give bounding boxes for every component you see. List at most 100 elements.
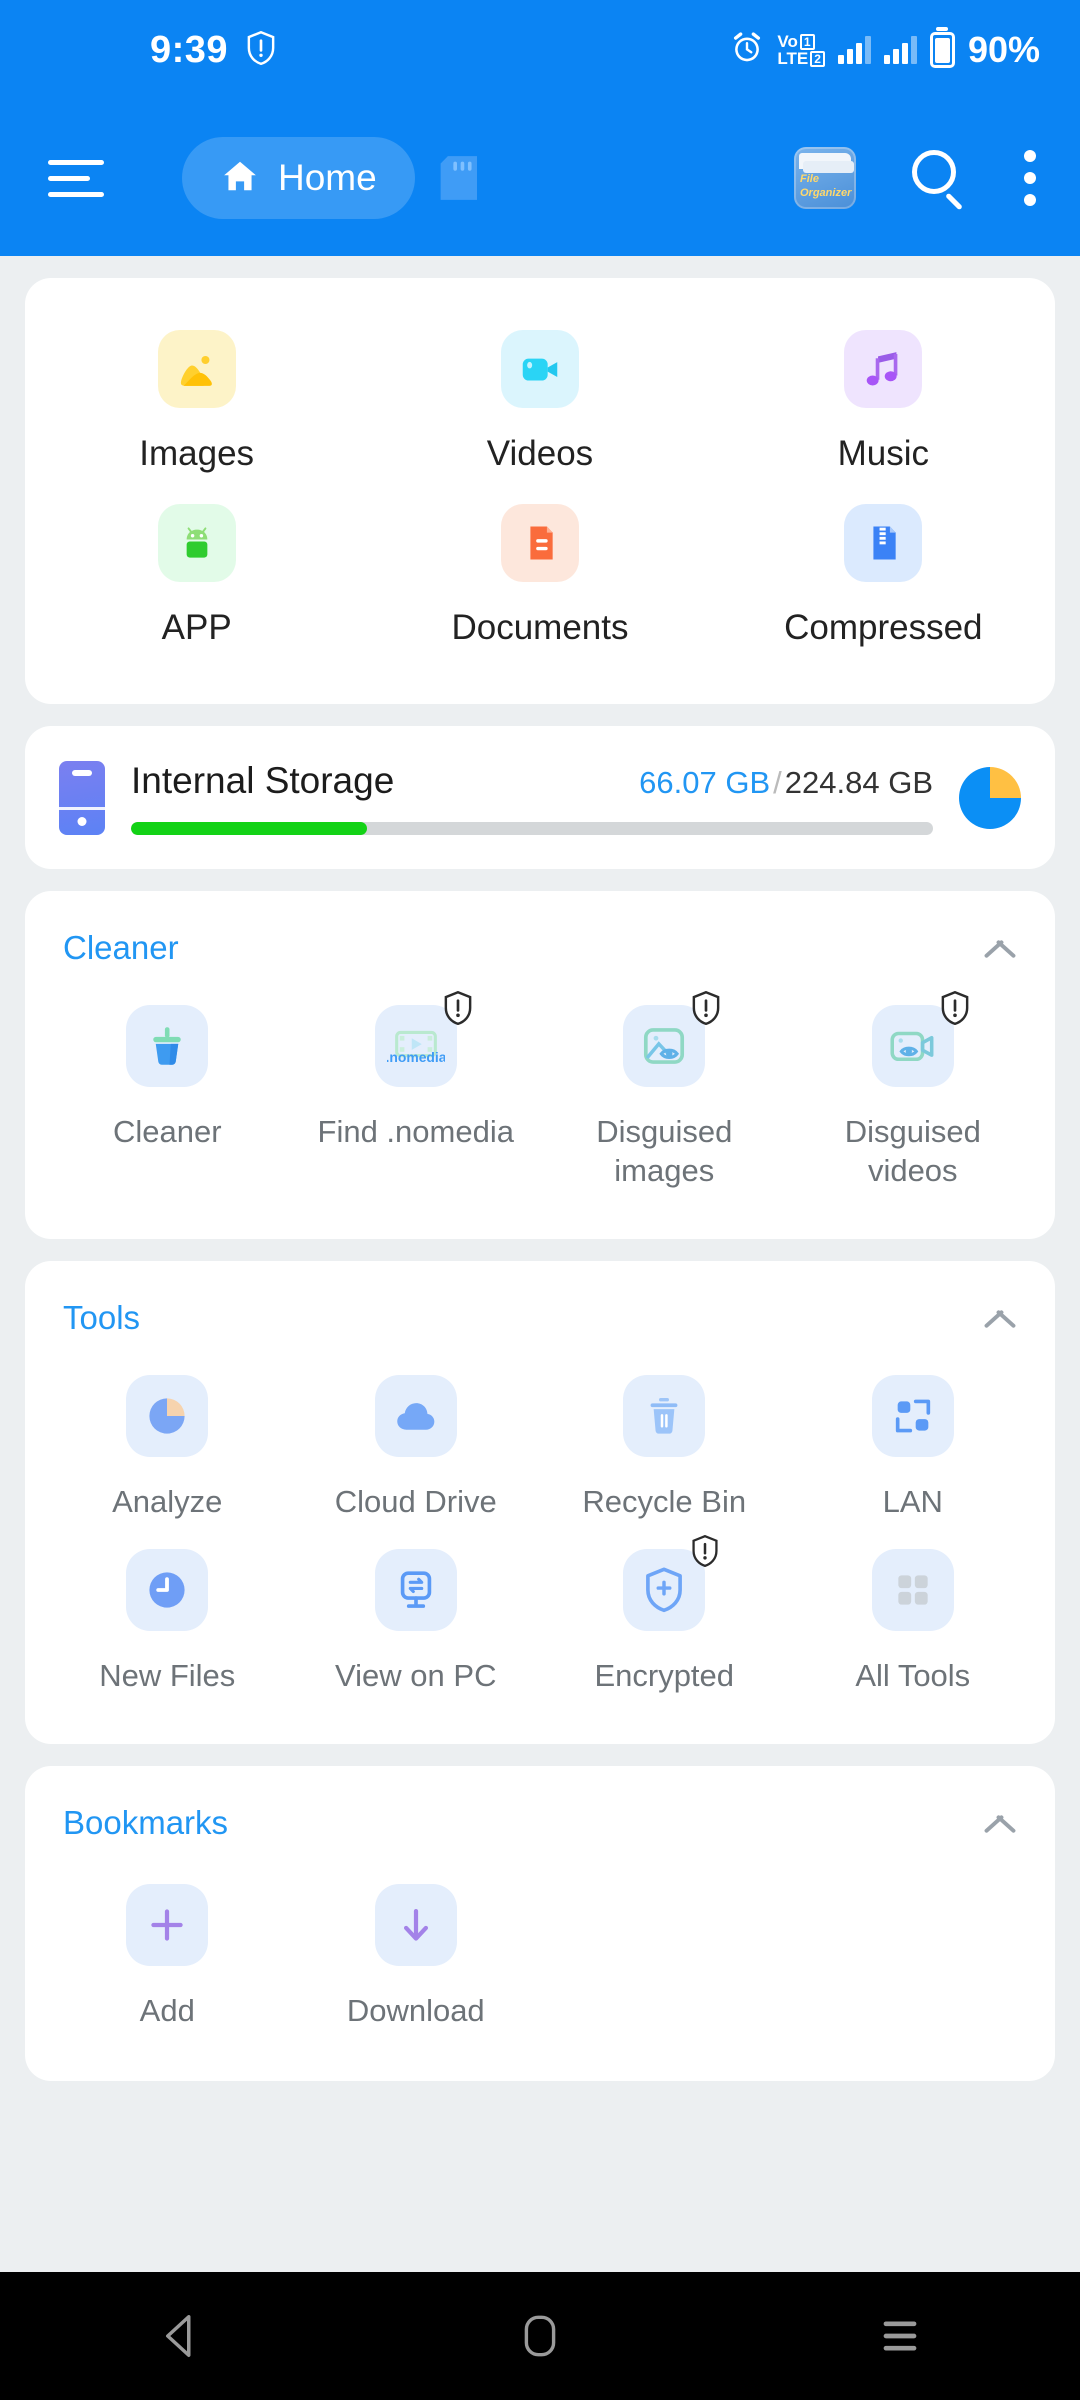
category-item-images[interactable]: Images	[25, 322, 368, 496]
pie-chart-icon	[126, 1374, 209, 1457]
volte-label-top: Vo	[777, 32, 798, 51]
music-note-icon	[844, 330, 923, 408]
tools-item-label: Recycle Bin	[582, 1483, 747, 1519]
shield-warning-badge-icon	[691, 1535, 721, 1569]
tools-grid: Analyze Cloud Drive Recycle Bin LAN New …	[25, 1347, 1055, 1745]
signal-strength-sim1-icon	[837, 36, 871, 64]
cleaner-item-label: Disguised videos	[844, 1114, 981, 1188]
alarm-clock-icon	[730, 31, 764, 70]
cleaner-section-header[interactable]: Cleaner	[25, 891, 1055, 977]
cleaner-item-label: Find .nomedia	[317, 1114, 514, 1149]
category-label: Compressed	[784, 608, 983, 647]
volte-indicator: Vo 1 LTE 2	[777, 33, 825, 67]
organizer-folder-paper	[803, 161, 854, 173]
file-organizer-app-icon[interactable]: File Organizer	[794, 147, 856, 209]
shield-warning-badge-icon	[940, 990, 970, 1026]
bookmark-item-add[interactable]: Add	[43, 1866, 292, 2041]
category-item-documents[interactable]: Documents	[368, 496, 711, 670]
tools-section-title: Tools	[63, 1298, 141, 1336]
bookmarks-grid: Add Download	[25, 1852, 1055, 2081]
grid-apps-icon	[871, 1549, 954, 1632]
status-bar-right: Vo 1 LTE 2 90%	[730, 29, 1040, 71]
category-item-compressed[interactable]: Compressed	[712, 496, 1055, 670]
more-vertical-icon[interactable]	[1024, 150, 1036, 206]
video-icon	[500, 330, 579, 408]
tools-item-label: View on PC	[335, 1658, 497, 1694]
sim-slot-2: 2	[810, 50, 825, 67]
tools-item-analyze[interactable]: Analyze	[43, 1357, 292, 1532]
cloud-icon	[374, 1374, 457, 1457]
clock-icon	[126, 1549, 209, 1632]
storage-name-label: Internal Storage	[131, 760, 395, 801]
tools-item-recycle-bin[interactable]: Recycle Bin	[540, 1357, 789, 1532]
tools-item-cloud-drive[interactable]: Cloud Drive	[292, 1357, 541, 1532]
sim-slot-1: 1	[799, 33, 815, 50]
tools-item-label: New Files	[99, 1658, 236, 1694]
breadcrumb-home-tab[interactable]: Home	[182, 137, 415, 219]
sd-card-icon[interactable]	[437, 156, 477, 200]
document-icon	[500, 504, 579, 582]
bookmark-item-download[interactable]: Download	[292, 1866, 541, 2041]
battery-icon	[929, 32, 955, 68]
pie-chart-icon[interactable]	[959, 766, 1021, 829]
tools-item-all-tools[interactable]: All Tools	[789, 1531, 1038, 1706]
category-item-music[interactable]: Music	[712, 322, 1055, 496]
chevron-up-icon[interactable]	[983, 1806, 1017, 1840]
bookmarks-section-header[interactable]: Bookmarks	[25, 1766, 1055, 1852]
tools-item-new-files[interactable]: New Files	[43, 1531, 292, 1706]
trash-icon	[623, 1374, 706, 1457]
disguised-video-icon	[871, 990, 969, 1087]
cleaner-grid: Cleaner .nomedia Find .nomedia Disguised…	[25, 977, 1055, 1239]
tools-item-view-on-pc[interactable]: View on PC	[292, 1531, 541, 1706]
category-label: Music	[837, 434, 930, 473]
cleaner-card: Cleaner Cleaner .nomedia Find .nomedia D…	[25, 891, 1055, 1239]
tools-section-header[interactable]: Tools	[25, 1261, 1055, 1347]
tools-item-label: Encrypted	[594, 1658, 735, 1694]
app-bar: Home File Organizer	[0, 100, 1080, 256]
cleaner-item-disguised-images[interactable]: Disguised images	[540, 987, 789, 1201]
home-rect-icon[interactable]	[450, 2313, 630, 2359]
svg-text:.nomedia: .nomedia	[387, 1049, 445, 1065]
monitor-sync-icon	[374, 1549, 457, 1632]
volte-label-bottom: LTE	[777, 49, 809, 68]
phone-storage-icon	[59, 760, 105, 835]
search-icon[interactable]	[912, 150, 968, 211]
cleaner-item-disguised-videos[interactable]: Disguised videos	[789, 987, 1038, 1201]
recents-lines-icon[interactable]	[810, 2316, 990, 2356]
android-icon	[157, 504, 236, 582]
cleaner-item-find-nomedia[interactable]: .nomedia Find .nomedia	[292, 987, 541, 1201]
status-bar-left: 9:39	[0, 29, 276, 72]
category-item-videos[interactable]: Videos	[368, 322, 711, 496]
zip-file-icon	[844, 504, 923, 582]
plus-icon	[126, 1884, 209, 1966]
back-triangle-icon[interactable]	[90, 2313, 270, 2359]
internal-storage-card[interactable]: Internal Storage 66.07 GB/224.84 GB	[25, 726, 1055, 869]
tools-item-label: Cloud Drive	[334, 1483, 497, 1519]
storage-separator: /	[773, 765, 782, 800]
cleaner-item-cleaner[interactable]: Cleaner	[43, 987, 292, 1201]
tools-item-encrypted[interactable]: Encrypted	[540, 1531, 789, 1706]
organizer-label-line2: Organizer	[800, 187, 852, 199]
category-label: APP	[161, 608, 232, 647]
tools-item-lan[interactable]: LAN	[789, 1357, 1038, 1532]
disguised-image-icon	[623, 990, 720, 1087]
chevron-up-icon[interactable]	[983, 931, 1017, 965]
bookmarks-grid-filler	[540, 1866, 789, 2041]
chevron-up-icon[interactable]	[983, 1301, 1017, 1335]
tools-card: Tools Analyze Cloud Drive Recycle Bin LA…	[25, 1260, 1055, 1745]
shield-exclamation-icon	[246, 30, 276, 70]
search-circle	[912, 150, 956, 194]
category-item-app[interactable]: APP	[25, 496, 368, 670]
storage-total-value: 224.84 GB	[784, 765, 933, 800]
storage-header-row: Internal Storage 66.07 GB/224.84 GB	[131, 760, 933, 802]
bookmark-item-label: Download	[346, 1993, 485, 2028]
lan-network-icon	[871, 1374, 954, 1457]
cleaner-item-label: Cleaner	[112, 1114, 222, 1149]
hamburger-menu-icon[interactable]	[48, 159, 104, 197]
tools-item-label: All Tools	[855, 1658, 971, 1694]
storage-usage-label: 66.07 GB/224.84 GB	[639, 765, 933, 801]
storage-progress-track	[131, 822, 933, 835]
organizer-label-line1: File	[800, 173, 819, 185]
shield-warning-badge-icon	[443, 990, 473, 1026]
main-content: Images Videos Music APP Documents Compre…	[0, 278, 1080, 2081]
